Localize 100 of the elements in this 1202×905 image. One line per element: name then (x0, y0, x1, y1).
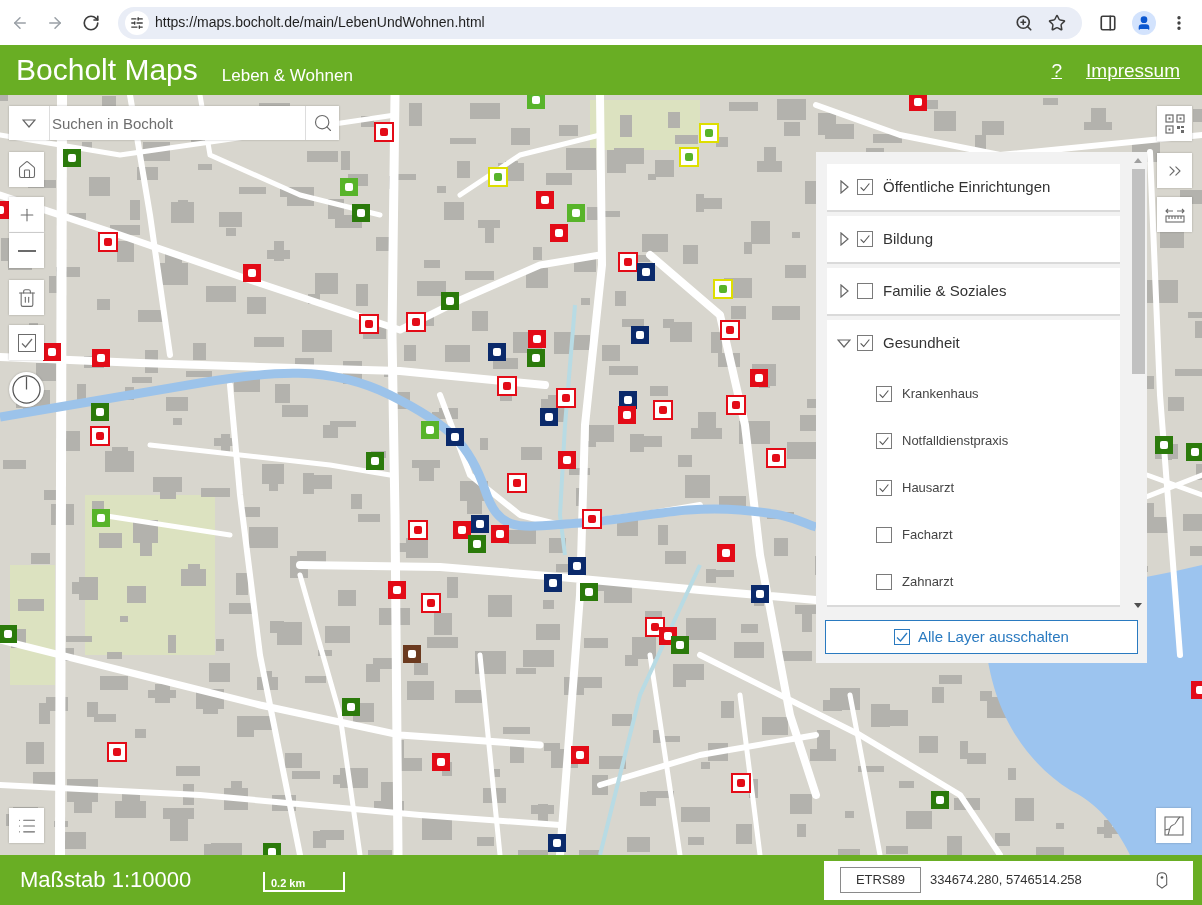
map-marker-icon[interactable] (421, 593, 441, 613)
checkbox[interactable] (857, 231, 873, 247)
map-marker-icon[interactable] (243, 264, 261, 282)
map-marker-icon[interactable] (342, 698, 360, 716)
checkbox[interactable] (876, 479, 892, 496)
select-button[interactable] (9, 325, 44, 360)
map-marker-icon[interactable] (90, 426, 110, 446)
map-marker-icon[interactable] (540, 408, 558, 426)
map-marker-icon[interactable] (0, 201, 9, 219)
map-marker-icon[interactable] (1186, 443, 1202, 461)
map-marker-icon[interactable] (568, 557, 586, 575)
pin-icon[interactable] (1156, 870, 1168, 890)
map-marker-icon[interactable] (491, 525, 509, 543)
map-marker-icon[interactable] (637, 263, 655, 281)
map-marker-icon[interactable] (550, 224, 568, 242)
map-marker-icon[interactable] (931, 791, 949, 809)
map-marker-icon[interactable] (571, 746, 589, 764)
map-marker-icon[interactable] (507, 473, 527, 493)
map-marker-icon[interactable] (567, 204, 585, 222)
triangle-right-icon[interactable] (839, 180, 849, 194)
map-marker-icon[interactable] (671, 636, 689, 654)
map-marker-icon[interactable] (766, 448, 786, 468)
map-marker-icon[interactable] (618, 406, 636, 424)
map-marker-icon[interactable] (63, 149, 81, 167)
map-marker-icon[interactable] (548, 834, 566, 852)
map-marker-icon[interactable] (527, 349, 545, 367)
map-marker-icon[interactable] (726, 395, 746, 415)
checkbox[interactable] (876, 526, 892, 543)
site-info-icon[interactable] (125, 10, 149, 35)
map-marker-icon[interactable] (544, 574, 562, 592)
map-marker-icon[interactable] (582, 509, 602, 529)
map-marker-icon[interactable] (631, 326, 649, 344)
search-button[interactable] (305, 106, 339, 140)
map-marker-icon[interactable] (909, 95, 927, 111)
map-marker-icon[interactable] (558, 451, 576, 469)
map-marker-icon[interactable] (556, 388, 576, 408)
map-marker-icon[interactable] (497, 376, 517, 396)
side-panel-icon[interactable] (1099, 13, 1117, 32)
map-marker-icon[interactable] (1191, 681, 1202, 699)
map-marker-icon[interactable] (580, 583, 598, 601)
map-marker-icon[interactable] (352, 204, 370, 222)
zoom-icon[interactable] (1015, 13, 1033, 32)
map-marker-icon[interactable] (366, 452, 384, 470)
layer-group-label[interactable]: Öffentliche Einrichtungen (883, 175, 1051, 199)
profile-icon[interactable] (1132, 10, 1156, 35)
map-marker-icon[interactable] (0, 625, 17, 643)
layer-label[interactable]: Hausarzt (902, 477, 955, 498)
map-marker-icon[interactable] (406, 312, 426, 332)
triangle-right-icon[interactable] (839, 284, 849, 298)
triangle-down-icon[interactable] (837, 338, 851, 348)
crs-button[interactable]: ETRS89 (840, 867, 921, 893)
map-marker-icon[interactable] (717, 544, 735, 562)
checkbox[interactable] (876, 432, 892, 449)
map-marker-icon[interactable] (618, 252, 638, 272)
checkbox[interactable] (857, 179, 873, 195)
map-marker-icon[interactable] (750, 369, 768, 387)
scrollbar-thumb[interactable] (1131, 169, 1145, 374)
layer-group-label[interactable]: Familie & Soziales (883, 279, 1007, 303)
home-button[interactable] (9, 152, 44, 187)
toggle-all-button[interactable]: Alle Layer ausschalten (825, 620, 1138, 654)
triangle-right-icon[interactable] (839, 232, 849, 246)
map-marker-icon[interactable] (441, 292, 459, 310)
map-marker-icon[interactable] (471, 515, 489, 533)
map-marker-icon[interactable] (528, 330, 546, 348)
map-marker-icon[interactable] (408, 520, 428, 540)
checkbox[interactable] (876, 385, 892, 402)
checkbox[interactable] (876, 573, 892, 590)
layer-group-label[interactable]: Gesundheit (883, 331, 960, 355)
layer-group-label[interactable]: Bildung (883, 227, 934, 251)
map-marker-icon[interactable] (536, 191, 554, 209)
map-marker-icon[interactable] (488, 343, 506, 361)
layer-label[interactable]: Krankenhaus (902, 383, 979, 404)
star-icon[interactable] (1048, 13, 1066, 32)
map-marker-icon[interactable] (403, 645, 421, 663)
zoom-out-button[interactable] (9, 233, 44, 268)
map-marker-icon[interactable] (468, 535, 486, 553)
map-marker-icon[interactable] (527, 95, 545, 109)
map-marker-icon[interactable] (446, 428, 464, 446)
layer-label[interactable]: Notfalldienstpraxis (902, 430, 1009, 451)
map-marker-icon[interactable] (388, 581, 406, 599)
checkbox[interactable] (857, 335, 873, 351)
map-marker-icon[interactable] (1155, 436, 1173, 454)
map-marker-icon[interactable] (751, 585, 769, 603)
map-marker-icon[interactable] (92, 349, 110, 367)
map-marker-icon[interactable] (98, 232, 118, 252)
map-marker-icon[interactable] (720, 320, 740, 340)
map-marker-icon[interactable] (421, 421, 439, 439)
map-marker-icon[interactable] (91, 403, 109, 421)
reload-icon[interactable] (82, 13, 100, 32)
address-bar[interactable]: https://maps.bocholt.de/main/LebenUndWohnen.html (118, 6, 1082, 39)
map-marker-icon[interactable] (453, 521, 471, 539)
grid-button[interactable] (1157, 106, 1192, 141)
overview-map-button[interactable] (1156, 808, 1191, 843)
checkbox[interactable] (857, 283, 873, 299)
map-marker-icon[interactable] (359, 314, 379, 334)
map-marker-icon[interactable] (432, 753, 450, 771)
map-marker-icon[interactable] (653, 400, 673, 420)
map-marker-icon[interactable] (92, 509, 110, 527)
layer-label[interactable]: Zahnarzt (902, 571, 954, 592)
scroll-down-icon[interactable] (1134, 603, 1142, 608)
